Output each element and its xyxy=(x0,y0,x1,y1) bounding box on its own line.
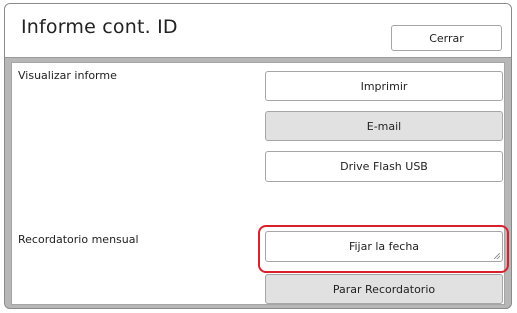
highlight-outline xyxy=(258,225,509,273)
monthly-reminder-label: Recordatorio mensual xyxy=(18,233,139,246)
view-report-label: Visualizar informe xyxy=(18,69,117,82)
email-button[interactable]: E-mail xyxy=(265,111,503,141)
print-button[interactable]: Imprimir xyxy=(265,71,503,101)
stop-reminder-button[interactable]: Parar Recordatorio xyxy=(265,274,503,304)
dialog-title: Informe cont. ID xyxy=(21,16,178,38)
dialog-window: Informe cont. ID Cerrar Visualizar infor… xyxy=(4,3,512,309)
close-button[interactable]: Cerrar xyxy=(391,25,502,51)
dialog-header: Informe cont. ID Cerrar xyxy=(5,4,511,58)
usb-flash-drive-button[interactable]: Drive Flash USB xyxy=(265,151,503,182)
